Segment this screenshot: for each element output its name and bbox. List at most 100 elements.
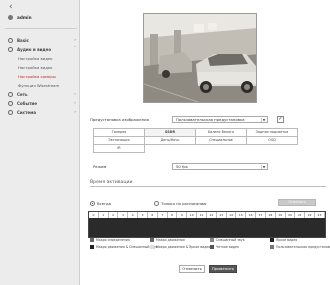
sidebar-item-video-setup-2[interactable]: Настройка видео: [0, 63, 80, 72]
user-row: admin: [8, 13, 78, 22]
sidebar-item-label: Настройка камеры: [18, 74, 56, 79]
schedule-hour-label: 10: [187, 212, 198, 218]
legend-swatch: [210, 245, 214, 249]
legend-row: Макро определения Макро движения Смешанный…: [90, 237, 330, 243]
schedule-hour-label: 12: [207, 212, 217, 218]
chevron-left-icon[interactable]: ‹: [9, 3, 13, 12]
tab-day-night[interactable]: День/Ночь: [144, 136, 196, 145]
legend-label: Макро определения: [96, 238, 130, 242]
chevron-right-icon: ›: [74, 101, 76, 106]
sidebar-item-camera-setup[interactable]: Настройка камеры: [0, 72, 80, 81]
legend-label: Четкое видео: [216, 245, 239, 249]
schedule-hour-label: 7: [158, 212, 168, 218]
tab-row: IR: [93, 144, 301, 153]
legend-swatch: [210, 238, 214, 242]
sidebar-item-basic[interactable]: Basic ›: [0, 36, 80, 45]
legend-swatch: [270, 245, 274, 249]
legend-label: Пользовательская предустановка: [276, 245, 330, 249]
section-title-activation: Время активации: [90, 180, 133, 185]
sidebar-menu: Basic › Аудио и видео ˆ Настройка видео …: [0, 36, 80, 117]
chevron-down-icon: ▼: [261, 165, 266, 169]
schedule-hour-label: 20: [286, 212, 296, 218]
schedule-hour-label: 4: [128, 212, 139, 218]
sidebar-item-system[interactable]: Система ›: [0, 108, 80, 117]
schedule-hour-label: 23: [315, 212, 325, 218]
sidebar-item-label: Событие: [17, 101, 37, 106]
tab-row: Экспозиция День/Ночь Специальное OSD: [93, 136, 301, 145]
sidebar-divider: [5, 28, 77, 29]
sidebar-item-wisestream[interactable]: Функция Wisestream: [0, 81, 80, 90]
cancel-button[interactable]: Отменить: [179, 265, 205, 273]
legend-label: Макро движения & Смешанный звук: [96, 245, 158, 249]
legend-item: Четкое видео: [210, 245, 270, 249]
legend-swatch: [150, 245, 154, 249]
mode-select-value: 50 fps: [176, 164, 188, 169]
main-panel: Предустановка изображения Пользовательск…: [84, 0, 330, 285]
sidebar-item-label: Система: [17, 110, 37, 115]
schedule-hour-label: 0: [89, 212, 99, 218]
schedule-body[interactable]: [89, 218, 325, 237]
settings-tabs: Галерея SSDR Баланс белого Задняя подсве…: [93, 128, 301, 153]
section-divider: [90, 186, 326, 187]
profile-select-value: Пользовательская предустановка: [176, 117, 245, 122]
radio-label: Только по расписанию: [161, 201, 207, 206]
radio-schedule[interactable]: Только по расписанию: [154, 201, 206, 206]
chevron-up-icon: ˆ: [73, 47, 76, 52]
sidebar: ‹ admin Basic › Аудио и видео ˆ Настройк…: [0, 0, 80, 285]
schedule-hours-header: 0 1 2 3 4 5 6 7 8 9 10 11 12 13 14 15 16 17 18 19 20 21 22 23: [89, 212, 325, 218]
schedule-hour-label: 5: [138, 212, 148, 218]
sidebar-item-audio-video[interactable]: Аудио и видео ˆ: [0, 45, 80, 54]
menu-bullet-icon: [8, 92, 13, 97]
sidebar-item-event[interactable]: Событие ›: [0, 99, 80, 108]
menu-bullet-icon: [8, 101, 13, 106]
radio-button[interactable]: [154, 201, 159, 206]
schedule-hour-label: 1: [99, 212, 109, 218]
schedule-hour-label: 6: [148, 212, 158, 218]
clear-schedule-button[interactable]: Отменить: [278, 199, 316, 206]
mode-select[interactable]: 50 fps ▼: [172, 163, 268, 170]
legend-swatch: [90, 238, 94, 242]
schedule-hour-label: 13: [217, 212, 227, 218]
legend-swatch: [270, 238, 274, 242]
sidebar-item-video-setup-1[interactable]: Настройка видео: [0, 54, 80, 63]
schedule-hour-label: 22: [305, 212, 316, 218]
legend-label: Яркое видео: [276, 238, 298, 242]
legend-item: Смешанный звук: [210, 238, 270, 242]
sidebar-item-network[interactable]: Сеть ›: [0, 90, 80, 99]
tab-osd[interactable]: OSD: [246, 136, 298, 145]
schedule-hour-label: 21: [295, 212, 306, 218]
tab-special[interactable]: Специальное: [195, 136, 247, 145]
user-icon: [8, 15, 13, 20]
legend-item: Макро определения: [90, 238, 150, 242]
schedule-hour-label: 3: [118, 212, 129, 218]
radio-label: Всегда: [97, 201, 111, 206]
mode-label: Режим: [93, 164, 107, 169]
user-name: admin: [17, 15, 32, 20]
menu-bullet-icon: [8, 38, 13, 43]
sidebar-item-label: Аудио и видео: [17, 47, 52, 52]
legend-swatch: [150, 238, 154, 242]
schedule-hour-label: 15: [236, 212, 247, 218]
schedule-grid[interactable]: 0 1 2 3 4 5 6 7 8 9 10 11 12 13 14 15 16 17 18 19 20 21 22 23: [88, 211, 326, 238]
legend-item: Макро движения & Яркое видео: [150, 245, 210, 249]
schedule-hour-label: 16: [246, 212, 257, 218]
tab-ir[interactable]: IR: [93, 144, 145, 153]
radio-button[interactable]: [90, 201, 95, 206]
chevron-right-icon: ›: [74, 92, 76, 97]
schedule-hour-label: 8: [168, 212, 178, 218]
legend-row: Макро движения & Смешанный звук Макро дви…: [90, 244, 330, 250]
video-preview: [143, 13, 257, 103]
profile-checkbox[interactable]: ✓: [277, 116, 284, 123]
parking-garage-image: [144, 14, 256, 102]
menu-bullet-icon: [8, 47, 13, 52]
profile-select[interactable]: Пользовательская предустановка ▼: [172, 116, 268, 123]
sidebar-item-label: Функция Wisestream: [18, 83, 60, 88]
sidebar-item-label: Настройка видео: [18, 56, 53, 61]
legend-label: Макро движения & Яркое видео: [156, 245, 211, 249]
profile-label: Предустановка изображения: [90, 117, 149, 122]
radio-always[interactable]: Всегда: [90, 201, 111, 206]
legend-item: Макро движения & Смешанный звук: [90, 245, 158, 249]
chevron-right-icon: ›: [74, 38, 76, 43]
schedule-legend: Макро определения Макро движения Смешанный…: [90, 237, 330, 251]
apply-button[interactable]: Применить: [209, 265, 237, 273]
